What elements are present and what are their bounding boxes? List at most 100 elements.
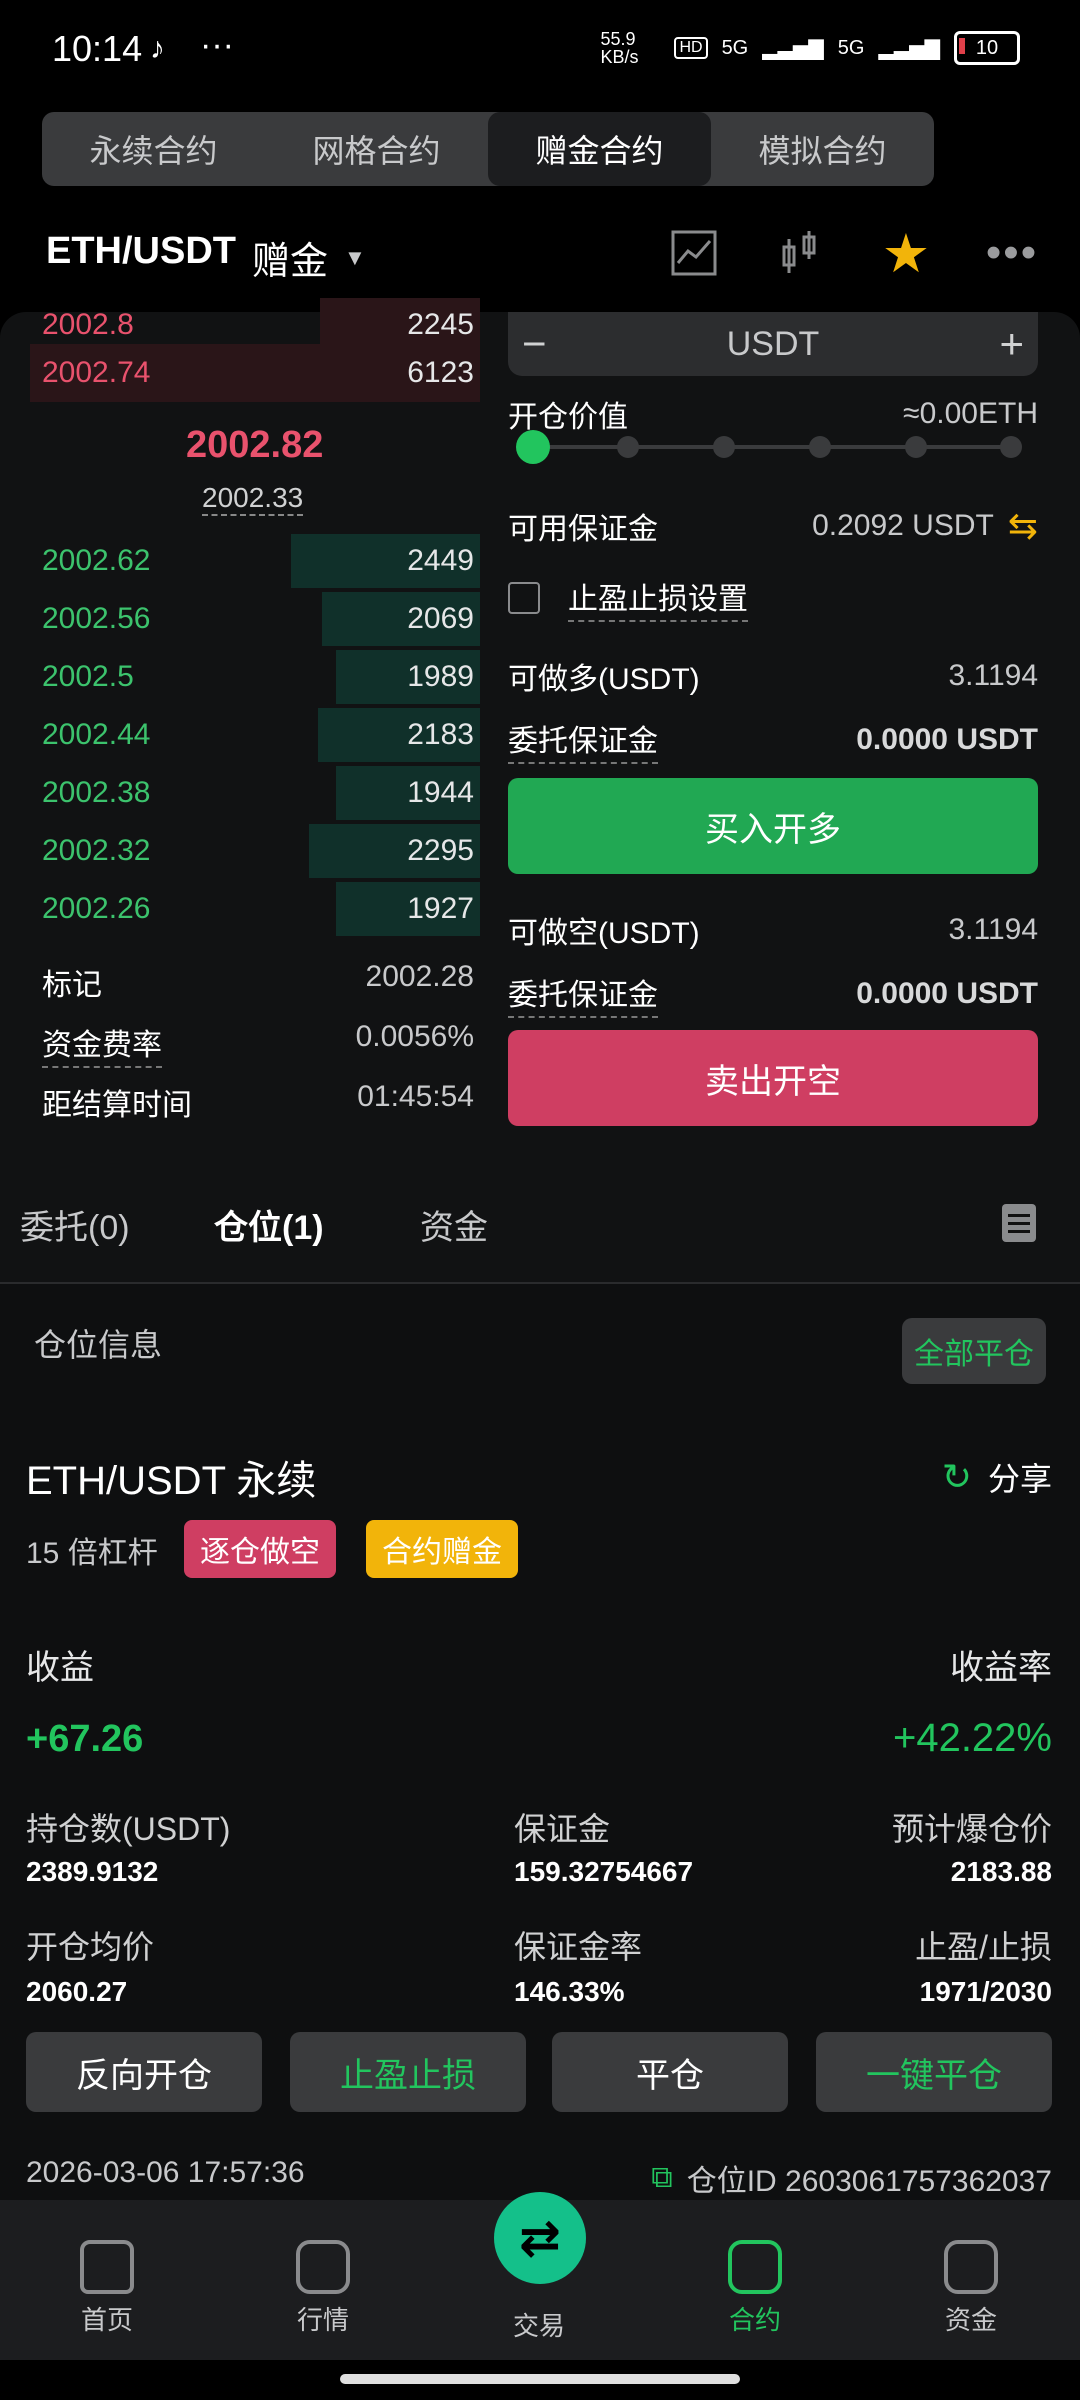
share-button[interactable]: ↻ 分享 [942,1454,1052,1500]
leverage-label: 15 倍杠杆 [26,1537,158,1570]
tpsl-setting-label: 止盈止损设置 [568,574,748,622]
slider-stop[interactable] [713,436,735,458]
orderbook-bid-row[interactable]: 2002.62 2449 [30,532,480,590]
size-value: 2389.9132 [26,1856,159,1887]
sell-short-button[interactable]: 卖出开空 [508,1030,1038,1126]
position-id-label: 仓位ID 2603061757362037 [686,2165,1052,2198]
chart-line-icon[interactable] [666,225,722,281]
roe-label: 收益率 [950,1649,1052,1687]
nav-assets[interactable]: 资金 [896,2240,1046,2337]
markets-icon [296,2240,350,2294]
signal-5g-1: 5G [721,36,749,59]
transfer-icon[interactable]: ⇆ [1008,505,1038,547]
orderbook-bid-row[interactable]: 2002.26 1927 [30,880,480,938]
bid-qty: 2449 [407,544,474,577]
bid-qty: 2295 [407,834,474,867]
tab-positions[interactable]: 仓位(1) [214,1200,324,1249]
trade-exchange-icon[interactable]: ⇄ [494,2192,586,2284]
quantity-unit: USDT [726,324,820,363]
tpsl-setting-row[interactable]: 止盈止损设置 [508,574,1038,622]
tab-grid[interactable]: 网格合约 [265,112,488,186]
position-open-time: 2026-03-06 17:57:36 [26,2156,305,2189]
ask-price: 2002.74 [42,356,151,389]
refresh-share-icon: ↻ [941,1456,972,1497]
position-symbol[interactable]: ETH/USDT 永续 [26,1448,316,1506]
slider-stop[interactable] [809,436,831,458]
leverage-slider[interactable] [510,430,1022,464]
size-label: 持仓数(USDT) [26,1811,231,1847]
orderbook-bid-row[interactable]: 2002.5 1989 [30,648,480,706]
pair-selector[interactable]: 赠金 ▼ [252,230,366,285]
quantity-input[interactable]: − USDT + [508,312,1038,376]
one-click-close-button[interactable]: 一键平仓 [816,2032,1052,2112]
max-long-row: 可做多(USDT) 3.1194 [508,654,1038,698]
close-position-button[interactable]: 平仓 [552,2032,788,2112]
copy-icon[interactable]: ⧉ [651,2161,672,2195]
margin-value: 159.32754667 [514,1856,694,1887]
available-margin-row: 可用保证金 0.2092 USDT ⇆ [508,504,1038,548]
position-id[interactable]: ⧉ 仓位ID 2603061757362037 [651,2156,1052,2200]
nav-assets-label: 资金 [944,2305,997,2335]
minus-button[interactable]: − [508,320,547,368]
more-options-icon[interactable]: ••• [984,225,1040,281]
tab-orders[interactable]: 委托(0) [20,1200,130,1249]
bid-price: 2002.26 [42,892,151,925]
slider-stop[interactable] [905,436,927,458]
close-all-button[interactable]: 全部平仓 [902,1318,1046,1384]
plus-button[interactable]: + [999,320,1038,368]
orderbook-bid-row[interactable]: 2002.56 2069 [30,590,480,648]
ask-price: 2002.8 [42,308,134,341]
bid-qty: 1989 [407,660,474,693]
header-actions: ★ ••• [666,224,1040,284]
funding-rate-row[interactable]: 资金费率 0.0056% [42,1020,474,1068]
tpsl-checkbox[interactable] [508,582,540,614]
tab-perpetual[interactable]: 永续合约 [42,112,265,186]
bid-price: 2002.38 [42,776,151,809]
bid-price: 2002.56 [42,602,151,635]
network-speed: 55.9 KB/s [600,29,639,67]
orderbook-bid-row[interactable]: 2002.32 2295 [30,822,480,880]
orderbook-ask-row[interactable]: 2002.74 6123 [30,344,480,402]
nav-markets[interactable]: 行情 [248,2240,398,2337]
tab-assets[interactable]: 资金 [420,1200,488,1249]
more-icon: ··· [200,26,234,64]
signal-5g-2: 5G [837,36,865,59]
funding-label: 资金费率 [42,1020,162,1068]
nav-trade[interactable]: 交易 [464,2306,614,2343]
slider-handle[interactable] [516,430,550,464]
home-indicator[interactable] [340,2374,740,2384]
buy-long-button[interactable]: 买入开多 [508,778,1038,874]
max-short-value: 3.1194 [948,913,1038,946]
bid-price: 2002.62 [42,544,151,577]
reverse-open-button[interactable]: 反向开仓 [26,2032,262,2112]
max-short-label: 可做空(USDT) [508,917,700,950]
last-price: 2002.82 [186,424,324,466]
open-value-row: 开仓价值 ≈0.00ETH [508,392,1038,436]
candlestick-icon[interactable] [772,225,828,281]
nav-contracts[interactable]: 合约 [680,2240,830,2337]
pair-title[interactable]: ETH/USDT [46,230,236,273]
tpsl-button[interactable]: 止盈止损 [290,2032,526,2112]
bid-price: 2002.44 [42,718,151,751]
position-tabs-bar [0,1172,1080,1284]
history-icon[interactable] [1002,1204,1036,1242]
tiktok-icon: ♪ [150,32,165,65]
favorite-star-icon[interactable]: ★ [878,224,934,284]
caret-down-icon: ▼ [344,244,366,270]
pnl-label: 收益 [26,1649,94,1687]
status-time: 10:14 [52,28,143,69]
tab-demo[interactable]: 模拟合约 [711,112,934,186]
slider-stop[interactable] [617,436,639,458]
nav-home[interactable]: 首页 [32,2240,182,2337]
slider-stop[interactable] [1000,436,1022,458]
pnl-value: +67.26 [26,1718,144,1760]
bid-qty: 1944 [407,776,474,809]
nav-trade-label: 交易 [512,2311,565,2341]
entry-price-value: 2060.27 [26,1976,128,2007]
orderbook-bid-row[interactable]: 2002.38 1944 [30,764,480,822]
mark-price-sub[interactable]: 2002.33 [202,482,304,516]
tab-bonus[interactable]: 赠金合约 [488,112,711,186]
tpsl-value: 1971/2030 [919,1976,1052,2007]
order-margin-label: 委托保证金 [508,716,658,764]
orderbook-bid-row[interactable]: 2002.44 2183 [30,706,480,764]
